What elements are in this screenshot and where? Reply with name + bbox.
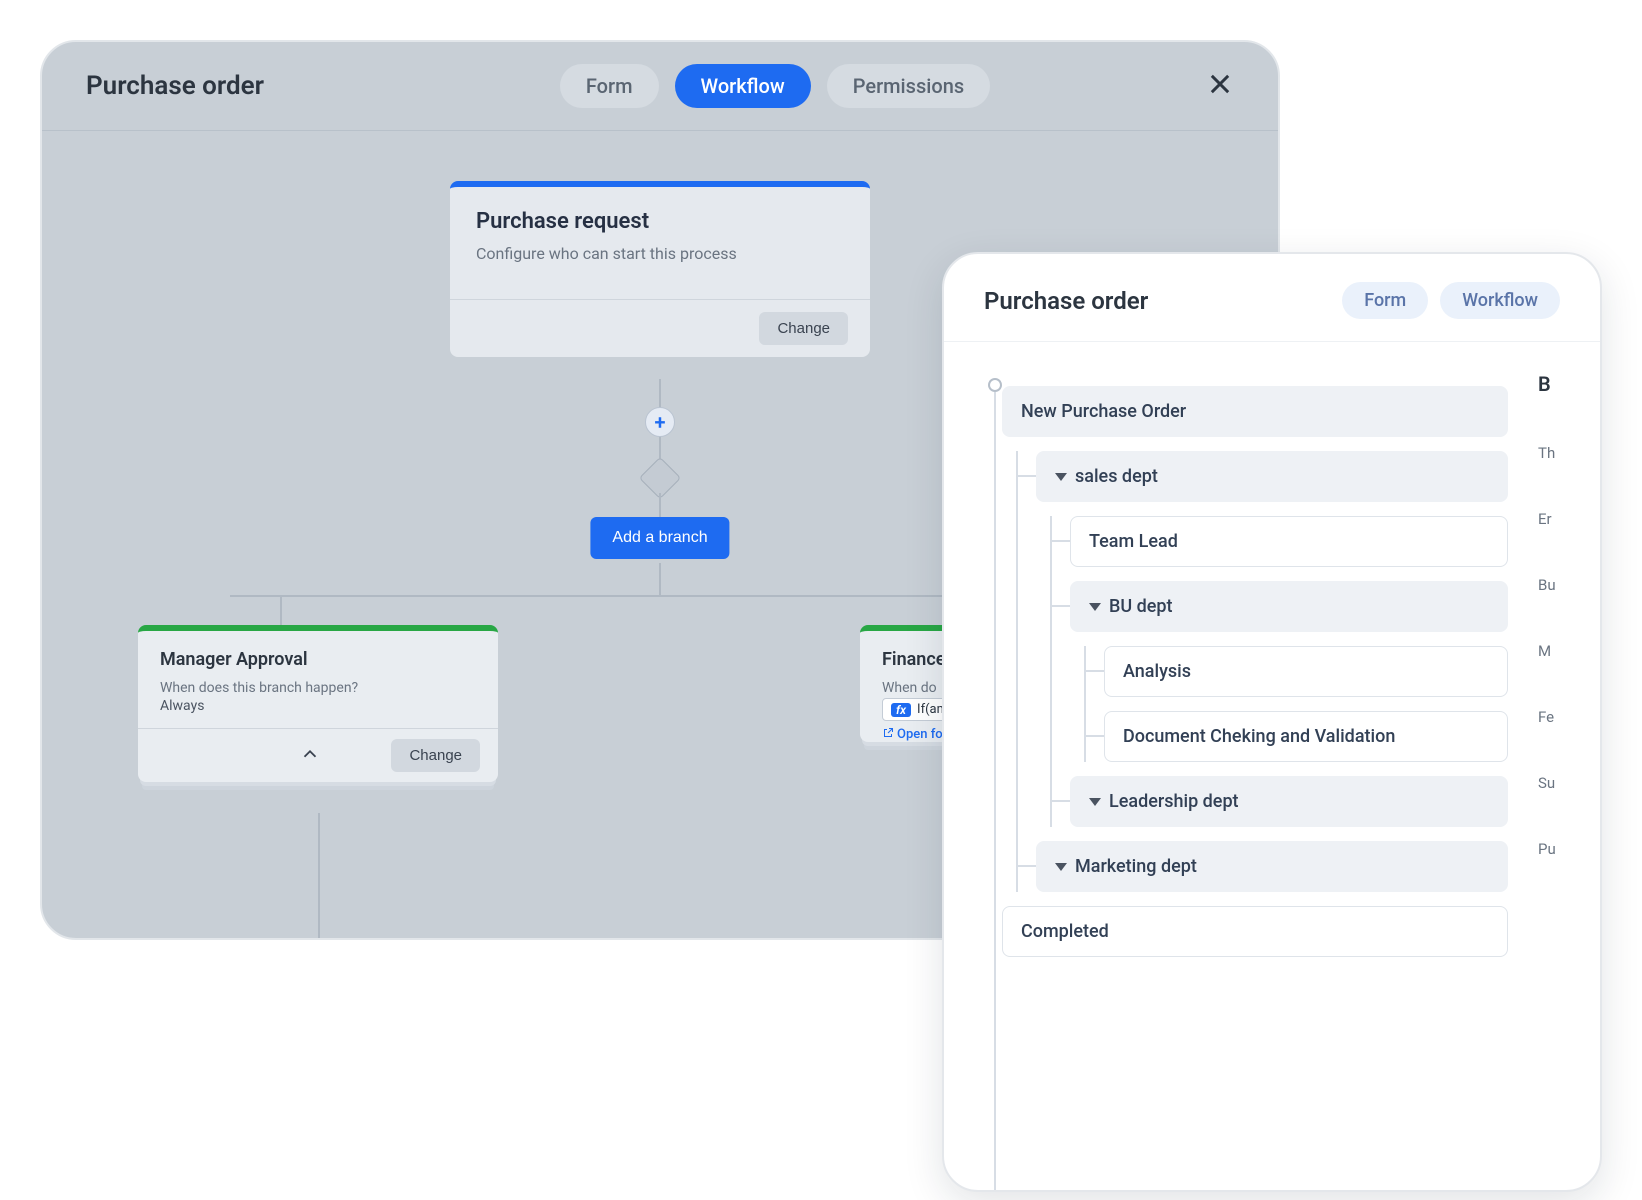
add-step-button[interactable]: + (645, 407, 675, 437)
plus-icon: + (655, 410, 666, 434)
node-label: Team Lead (1089, 531, 1178, 552)
branch-condition-value: Always (160, 698, 476, 714)
tree-node-analysis[interactable]: Analysis (1104, 646, 1508, 697)
workflow-tree: New Purchase Order sales dept T (984, 372, 1508, 1188)
form-label-fragment: Su (1538, 774, 1560, 792)
page-title: Purchase order (984, 287, 1148, 315)
tab-workflow[interactable]: Workflow (675, 64, 811, 108)
formula-icon: fx (891, 703, 911, 717)
collapse-toggle[interactable] (299, 743, 321, 769)
builder-tabs: Form Workflow Permissions (344, 64, 1206, 108)
outline-tabs: Form Workflow (1342, 282, 1560, 319)
change-button[interactable]: Change (759, 312, 848, 345)
node-label: sales dept (1075, 466, 1158, 487)
chevron-up-icon (299, 743, 321, 765)
outline-header: Purchase order Form Workflow (944, 254, 1600, 342)
caret-down-icon (1055, 863, 1067, 871)
start-node-title: Purchase request (476, 209, 844, 234)
start-node-subtitle: Configure who can start this process (476, 244, 844, 263)
builder-header: Purchase order Form Workflow Permissions (42, 42, 1278, 131)
connector-line (659, 379, 661, 407)
connector-line (659, 563, 661, 595)
form-label-fragment: Bu (1538, 576, 1560, 594)
node-label: Leadership dept (1109, 791, 1239, 812)
outline-body: New Purchase Order sales dept T (944, 342, 1600, 1188)
start-node[interactable]: Purchase request Configure who can start… (450, 181, 870, 357)
node-label: Analysis (1123, 661, 1191, 682)
close-button[interactable] (1206, 70, 1234, 102)
form-heading-fragment: B (1538, 372, 1560, 396)
form-label-fragment: Fe (1538, 708, 1560, 726)
form-subtitle-fragment: Th (1538, 444, 1560, 462)
form-label-fragment: M (1538, 642, 1560, 660)
caret-down-icon (1089, 798, 1101, 806)
tab-workflow[interactable]: Workflow (1440, 282, 1560, 319)
node-label: Marketing dept (1075, 856, 1197, 877)
tree-node-team-lead[interactable]: Team Lead (1070, 516, 1508, 567)
page-title: Purchase order (86, 71, 264, 101)
branch-card-manager-approval[interactable]: Manager Approval When does this branch h… (138, 625, 498, 782)
tree-node-doc-check[interactable]: Document Cheking and Validation (1104, 711, 1508, 762)
start-node-footer: Change (450, 299, 870, 357)
connector-line (318, 813, 320, 940)
caret-down-icon (1089, 603, 1101, 611)
node-label: Document Cheking and Validation (1123, 726, 1395, 747)
change-button[interactable]: Change (391, 739, 480, 772)
node-label: Completed (1021, 921, 1109, 942)
tab-form[interactable]: Form (560, 64, 659, 108)
tree-node-marketing-dept[interactable]: Marketing dept (1036, 841, 1508, 892)
add-branch-button[interactable]: Add a branch (590, 517, 729, 559)
form-label-fragment: Er (1538, 510, 1560, 528)
node-label: BU dept (1109, 596, 1173, 617)
close-icon (1206, 70, 1234, 98)
tree-node-sales-dept[interactable]: sales dept (1036, 451, 1508, 502)
branch-footer: Change (138, 728, 498, 782)
tab-form[interactable]: Form (1342, 282, 1428, 319)
caret-down-icon (1055, 473, 1067, 481)
tree-node-leadership-dept[interactable]: Leadership dept (1070, 776, 1508, 827)
workflow-outline-window: Purchase order Form Workflow New Purchas… (942, 252, 1602, 1192)
tree-node-root[interactable]: New Purchase Order (1002, 386, 1508, 437)
form-panel-peek: B Th Er Bu M Fe Su Pu (1538, 372, 1560, 1188)
tab-permissions[interactable]: Permissions (827, 64, 990, 108)
connector-line (280, 595, 282, 625)
external-link-icon (882, 727, 894, 739)
tree-node-completed[interactable]: Completed (1002, 906, 1508, 957)
branch-condition-label: When does this branch happen? (160, 680, 476, 696)
connector-line (659, 493, 661, 517)
node-label: New Purchase Order (1021, 401, 1186, 422)
tree-node-bu-dept[interactable]: BU dept (1070, 581, 1508, 632)
branch-title: Manager Approval (160, 649, 476, 670)
form-label-fragment: Pu (1538, 840, 1560, 858)
